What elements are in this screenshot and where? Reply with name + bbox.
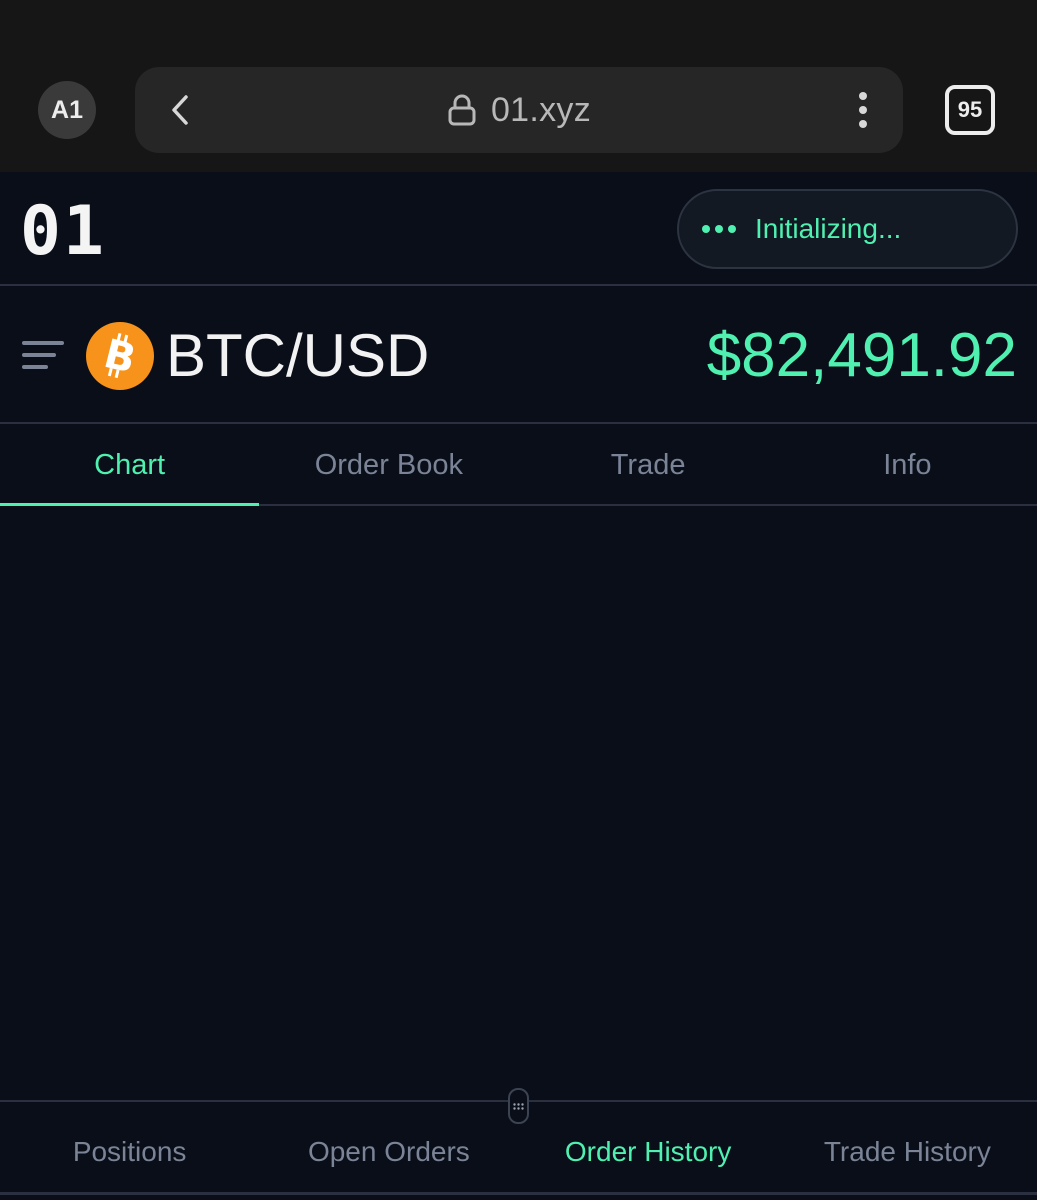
account-tabs: Positions Open Orders Order History Trad… xyxy=(0,1112,1037,1192)
tab-trade[interactable]: Trade xyxy=(519,426,778,504)
tab-order-book[interactable]: Order Book xyxy=(259,426,518,504)
tab-info[interactable]: Info xyxy=(778,426,1037,504)
more-options-icon[interactable] xyxy=(851,89,875,131)
lock-icon xyxy=(448,94,476,126)
loading-dots-icon xyxy=(702,225,736,233)
bitcoin-icon: B xyxy=(86,322,154,390)
tab-switcher-button[interactable]: 95 xyxy=(945,85,995,135)
app-header: 01 Initializing... xyxy=(0,172,1037,286)
profile-avatar[interactable]: A1 xyxy=(38,81,96,139)
market-price: $82,491.92 xyxy=(706,321,1017,390)
bottom-divider xyxy=(0,1192,1037,1195)
market-pair-selector[interactable]: BTC/USD xyxy=(166,322,429,390)
market-header: B BTC/USD $82,491.92 xyxy=(0,288,1037,424)
browser-toolbar: A1 01.xyz 95 xyxy=(0,0,1037,172)
tab-order-history[interactable]: Order History xyxy=(519,1112,778,1192)
app-logo[interactable]: 01 xyxy=(20,192,106,271)
view-tabs: Chart Order Book Trade Info xyxy=(0,426,1037,506)
status-text: Initializing... xyxy=(755,213,902,244)
grip-icon xyxy=(513,1103,524,1110)
tab-chart[interactable]: Chart xyxy=(0,426,260,506)
menu-icon[interactable] xyxy=(22,338,64,372)
tab-open-orders[interactable]: Open Orders xyxy=(259,1112,518,1192)
connection-status-badge[interactable]: Initializing... xyxy=(677,189,1018,269)
url-text: 01.xyz xyxy=(490,90,592,129)
tab-positions[interactable]: Positions xyxy=(0,1112,259,1192)
address-bar[interactable]: 01.xyz xyxy=(135,67,903,153)
chart-panel[interactable] xyxy=(0,508,1037,1100)
tab-trade-history[interactable]: Trade History xyxy=(778,1112,1037,1192)
